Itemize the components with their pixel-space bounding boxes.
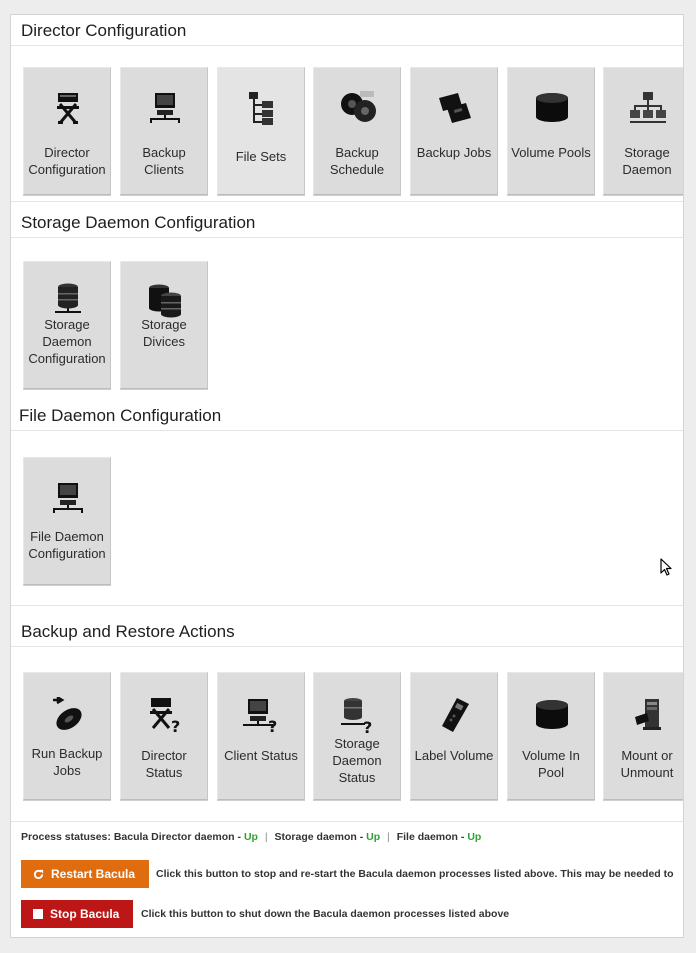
network-hierarchy-icon	[628, 88, 668, 128]
section-title-director: Director Configuration	[11, 21, 683, 46]
tile-client-status[interactable]: ? Client Status	[217, 672, 305, 800]
tile-storage-daemon-configuration[interactable]: Storage Daemon Configuration	[23, 261, 111, 389]
tile-label: Volume Pools	[511, 145, 591, 160]
section-divider	[11, 201, 683, 202]
svg-text:?: ?	[363, 718, 372, 734]
svg-text:?: ?	[171, 717, 180, 734]
schedule-reels-icon	[338, 88, 378, 128]
status-file-label: File daemon -	[396, 831, 465, 843]
disk-cylinder-icon	[532, 695, 572, 735]
tile-mount-or-unmount[interactable]: Mount or Unmount	[603, 672, 683, 800]
computer-network-icon	[48, 478, 88, 518]
stop-square-icon	[33, 909, 43, 919]
tile-label: Storage Divices	[141, 317, 187, 349]
run-tape-icon	[48, 695, 88, 735]
svg-text:?: ?	[268, 717, 277, 733]
tile-label: Label Volume	[414, 748, 494, 763]
tile-label: Director Configuration	[28, 145, 106, 177]
tile-label: Director Status	[141, 748, 187, 780]
barcode-scanner-icon	[435, 695, 475, 735]
computer-question-icon: ?	[242, 695, 282, 735]
section-title-actions: Backup and Restore Actions	[11, 622, 683, 647]
tile-volume-in-pool[interactable]: Volume In Pool	[507, 672, 595, 800]
tile-label: Mount or Unmount	[620, 748, 674, 780]
stop-bacula-button[interactable]: Stop Bacula	[21, 900, 133, 928]
status-storage-value: Up	[366, 831, 381, 843]
status-separator: |	[264, 831, 268, 843]
directors-chair-icon	[48, 88, 88, 128]
section-title-storage: Storage Daemon Configuration	[11, 213, 683, 238]
section-divider	[11, 605, 683, 606]
status-director-label: Bacula Director daemon -	[113, 831, 242, 843]
tile-volume-pools[interactable]: Volume Pools	[507, 67, 595, 195]
status-prefix: Process statuses:	[21, 831, 111, 843]
tile-file-sets[interactable]: File Sets	[217, 67, 305, 195]
disk-cylinder-icon	[532, 88, 572, 128]
tile-director-configuration[interactable]: Director Configuration	[23, 67, 111, 195]
database-stack-icon	[145, 280, 185, 320]
tile-label: Volume In Pool	[522, 748, 580, 780]
restart-description: Click this button to stop and re-start t…	[156, 868, 674, 880]
tile-storage-daemon-status[interactable]: ? Storage Daemon Status	[313, 672, 401, 800]
tile-director-status[interactable]: ? Director Status	[120, 672, 208, 800]
tile-backup-schedule[interactable]: Backup Schedule	[313, 67, 401, 195]
database-question-icon: ?	[338, 695, 378, 735]
stop-description: Click this button to shut down the Bacul…	[141, 908, 510, 920]
directors-chair-question-icon: ?	[145, 695, 185, 735]
tape-cartridges-icon	[435, 88, 475, 128]
module-panel: Director Configuration Director Configur…	[10, 14, 684, 938]
tile-label-volume[interactable]: Label Volume	[410, 672, 498, 800]
tile-file-daemon-configuration[interactable]: File Daemon Configuration	[23, 457, 111, 585]
status-file-value: Up	[467, 831, 482, 843]
mouse-pointer-icon	[660, 558, 672, 581]
tile-label: Run Backup Jobs	[31, 746, 103, 778]
file-tree-icon	[242, 88, 282, 128]
tile-label: Storage Daemon Status	[332, 736, 382, 785]
section-title-file: File Daemon Configuration	[11, 406, 683, 431]
tile-label: Client Status	[224, 748, 298, 763]
status-director-value: Up	[243, 831, 258, 843]
tile-storage-daemon[interactable]: Storage Daemon	[603, 67, 683, 195]
tile-label: Storage Daemon Configuration	[28, 317, 106, 366]
tile-backup-clients[interactable]: Backup Clients	[120, 67, 208, 195]
section-divider	[11, 821, 683, 822]
tile-storage-divices[interactable]: Storage Divices	[120, 261, 208, 389]
tile-backup-jobs[interactable]: Backup Jobs	[410, 67, 498, 195]
tile-label: Backup Schedule	[329, 145, 385, 177]
status-storage-label: Storage daemon -	[274, 831, 364, 843]
tile-label: File Sets	[235, 149, 287, 164]
status-separator: |	[387, 831, 390, 843]
computer-network-icon	[145, 88, 185, 128]
restart-bacula-label: Restart Bacula	[51, 867, 136, 881]
tile-label: Storage Daemon	[622, 145, 672, 177]
restart-bacula-button[interactable]: Restart Bacula	[21, 860, 149, 888]
process-status-line: Process statuses: Bacula Director daemon…	[21, 831, 481, 843]
stop-bacula-label: Stop Bacula	[50, 907, 120, 921]
tile-label: Backup Clients	[142, 145, 186, 177]
tape-drive-icon	[628, 695, 668, 735]
tile-run-backup-jobs[interactable]: Run Backup Jobs	[23, 672, 111, 800]
tile-label: Backup Jobs	[416, 145, 492, 160]
database-server-icon	[48, 280, 88, 320]
refresh-icon	[33, 869, 44, 880]
tile-label: File Daemon Configuration	[28, 529, 106, 561]
